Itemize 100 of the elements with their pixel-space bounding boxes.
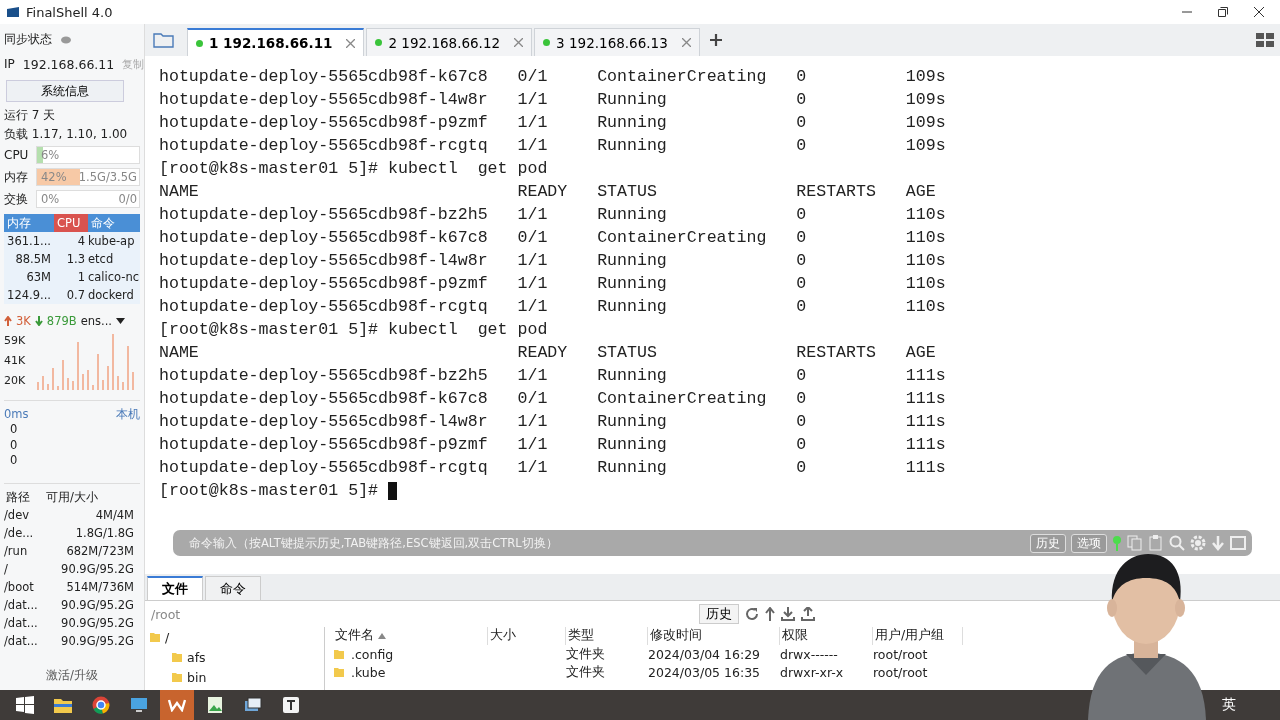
add-tab-icon[interactable] — [709, 34, 722, 46]
upload-icon[interactable] — [801, 607, 815, 621]
system-info-button[interactable]: 系统信息 — [6, 80, 124, 102]
windows-logo-icon[interactable] — [16, 696, 34, 714]
table-cell: 124.9... — [4, 286, 54, 304]
table-cell: root/root — [873, 664, 928, 680]
terminal-text: 1/1 — [517, 112, 549, 134]
session-tab[interactable]: 3 192.168.66.13 — [534, 28, 700, 56]
cloud-icon — [60, 34, 72, 44]
terminal-text: 0 — [796, 457, 808, 479]
folder-icon — [171, 671, 183, 683]
window-title: FinalShell 4.0 — [26, 4, 113, 20]
refresh-icon[interactable] — [745, 607, 759, 621]
sync-status-label: 同步状态 — [4, 30, 52, 48]
terminal-text: 109s — [905, 66, 947, 88]
terminal-text: 111s — [905, 434, 947, 456]
column-header[interactable]: 修改时间 — [648, 627, 780, 645]
table-cell-text: /dev — [4, 507, 31, 524]
tree-item[interactable]: bin — [187, 669, 207, 685]
terminal-text: 0 — [796, 89, 808, 111]
image-icon[interactable] — [207, 696, 223, 714]
column-header[interactable]: 权限 — [780, 627, 873, 645]
status-dot — [543, 39, 551, 46]
terminal-text: 0 — [796, 204, 808, 226]
activate-link[interactable]: 激活/升级 — [46, 667, 98, 683]
terminal-text: RESTARTS — [796, 342, 877, 364]
table-cell: 2024/03/05 16:35 — [648, 664, 761, 680]
terminal-text: Running — [597, 135, 668, 157]
file-name[interactable]: .kube — [351, 664, 386, 680]
column-header[interactable]: CPU — [54, 214, 88, 232]
terminal-text: hotupdate-deploy-5565cdb98f-bz2h5 — [159, 204, 489, 226]
windows-icon[interactable] — [244, 697, 262, 713]
close-icon[interactable] — [1254, 7, 1264, 17]
table-cell: 2024/03/04 16:29 — [648, 646, 761, 662]
tree-item[interactable]: afs — [187, 649, 206, 665]
panel-tab[interactable]: 命令 — [205, 576, 261, 600]
interface-dropdown[interactable]: ens... — [80, 314, 113, 328]
history-button[interactable]: 历史 — [699, 604, 739, 624]
up-arrow-icon[interactable] — [765, 607, 775, 621]
terminal-text: Running — [597, 273, 668, 295]
terminal-text: 111s — [905, 388, 947, 410]
column-header[interactable]: 类型 — [566, 627, 648, 645]
session-tab[interactable]: 2 192.168.66.12 — [366, 28, 533, 56]
terminal-text: 0 — [796, 388, 808, 410]
terminal-text: Running — [597, 112, 668, 134]
column-header[interactable]: 可用/大小 — [44, 488, 140, 506]
path-field[interactable]: /root — [149, 605, 693, 623]
status-dot — [375, 39, 383, 46]
meter-label: 内存 — [4, 168, 29, 186]
column-header[interactable]: 文件名 — [333, 627, 488, 645]
table-cell: drwx------ — [780, 646, 838, 662]
grid-icon[interactable] — [1256, 33, 1274, 47]
terminal-prompt: [root@k8s-master01 5]# — [159, 480, 380, 502]
table-cell-text: /dat... — [4, 597, 39, 614]
caret-icon[interactable] — [116, 318, 126, 324]
terminal-text: 110s — [905, 227, 947, 249]
sort-icon[interactable] — [378, 633, 386, 639]
terminal-text: hotupdate-deploy-5565cdb98f-rcgtq — [159, 135, 489, 157]
terminal-text: hotupdate-deploy-5565cdb98f-bz2h5 — [159, 365, 489, 387]
terminal-text: Running — [597, 296, 668, 318]
table-cell: dockerd — [88, 286, 140, 304]
column-header[interactable]: 大小 — [488, 627, 566, 645]
terminal-text: Running — [597, 250, 668, 272]
column-header[interactable]: 路径 — [4, 488, 44, 506]
terminal-text: hotupdate-deploy-5565cdb98f-k67c8 — [159, 227, 489, 249]
terminal-text: 1/1 — [517, 204, 549, 226]
folder-icon[interactable] — [54, 697, 72, 713]
terminal-text: 1/1 — [517, 250, 549, 272]
folder-icon — [149, 631, 161, 643]
download-icon[interactable] — [781, 607, 795, 621]
table-cell: 63M — [4, 268, 54, 286]
table-cell: 0.7 — [54, 286, 88, 304]
usage-amount: 1.5G/3.5G — [78, 170, 138, 184]
terminal-text: hotupdate-deploy-5565cdb98f-l4w8r — [159, 411, 489, 433]
browser-icon[interactable] — [92, 696, 110, 714]
monitor-icon[interactable] — [130, 697, 148, 713]
t-logo-icon[interactable] — [283, 697, 299, 713]
terminal-text: hotupdate-deploy-5565cdb98f-k67c8 — [159, 388, 489, 410]
terminal-text: STATUS — [597, 181, 658, 203]
panel-tab[interactable]: 文件 — [147, 576, 203, 600]
column-header[interactable]: 用户/用户组 — [873, 627, 963, 645]
terminal-text: 0/1 — [517, 388, 549, 410]
terminal-text: 111s — [905, 365, 947, 387]
folder-icon — [333, 648, 345, 660]
terminal-text: 1/1 — [517, 411, 549, 433]
tree-item[interactable]: / — [165, 629, 170, 645]
terminal-text: 111s — [905, 457, 947, 479]
file-name[interactable]: .config — [351, 646, 394, 662]
session-tab[interactable]: 1 192.168.66.11 — [187, 28, 365, 56]
terminal-text: 1/1 — [517, 273, 549, 295]
table-cell-text: 90.9G/95.2G — [60, 597, 135, 614]
table-cell: kube-ap — [88, 232, 140, 250]
w-logo-icon[interactable] — [168, 698, 186, 712]
terminal-text: ContainerCreating — [597, 227, 768, 249]
terminal-text: 0 — [796, 112, 808, 134]
terminal-text: hotupdate-deploy-5565cdb98f-rcgtq — [159, 296, 489, 318]
restore-icon[interactable] — [1218, 7, 1228, 17]
terminal-text: 109s — [905, 112, 947, 134]
input-language[interactable]: 英 — [1222, 696, 1236, 714]
table-cell-text: /dat... — [4, 633, 39, 650]
